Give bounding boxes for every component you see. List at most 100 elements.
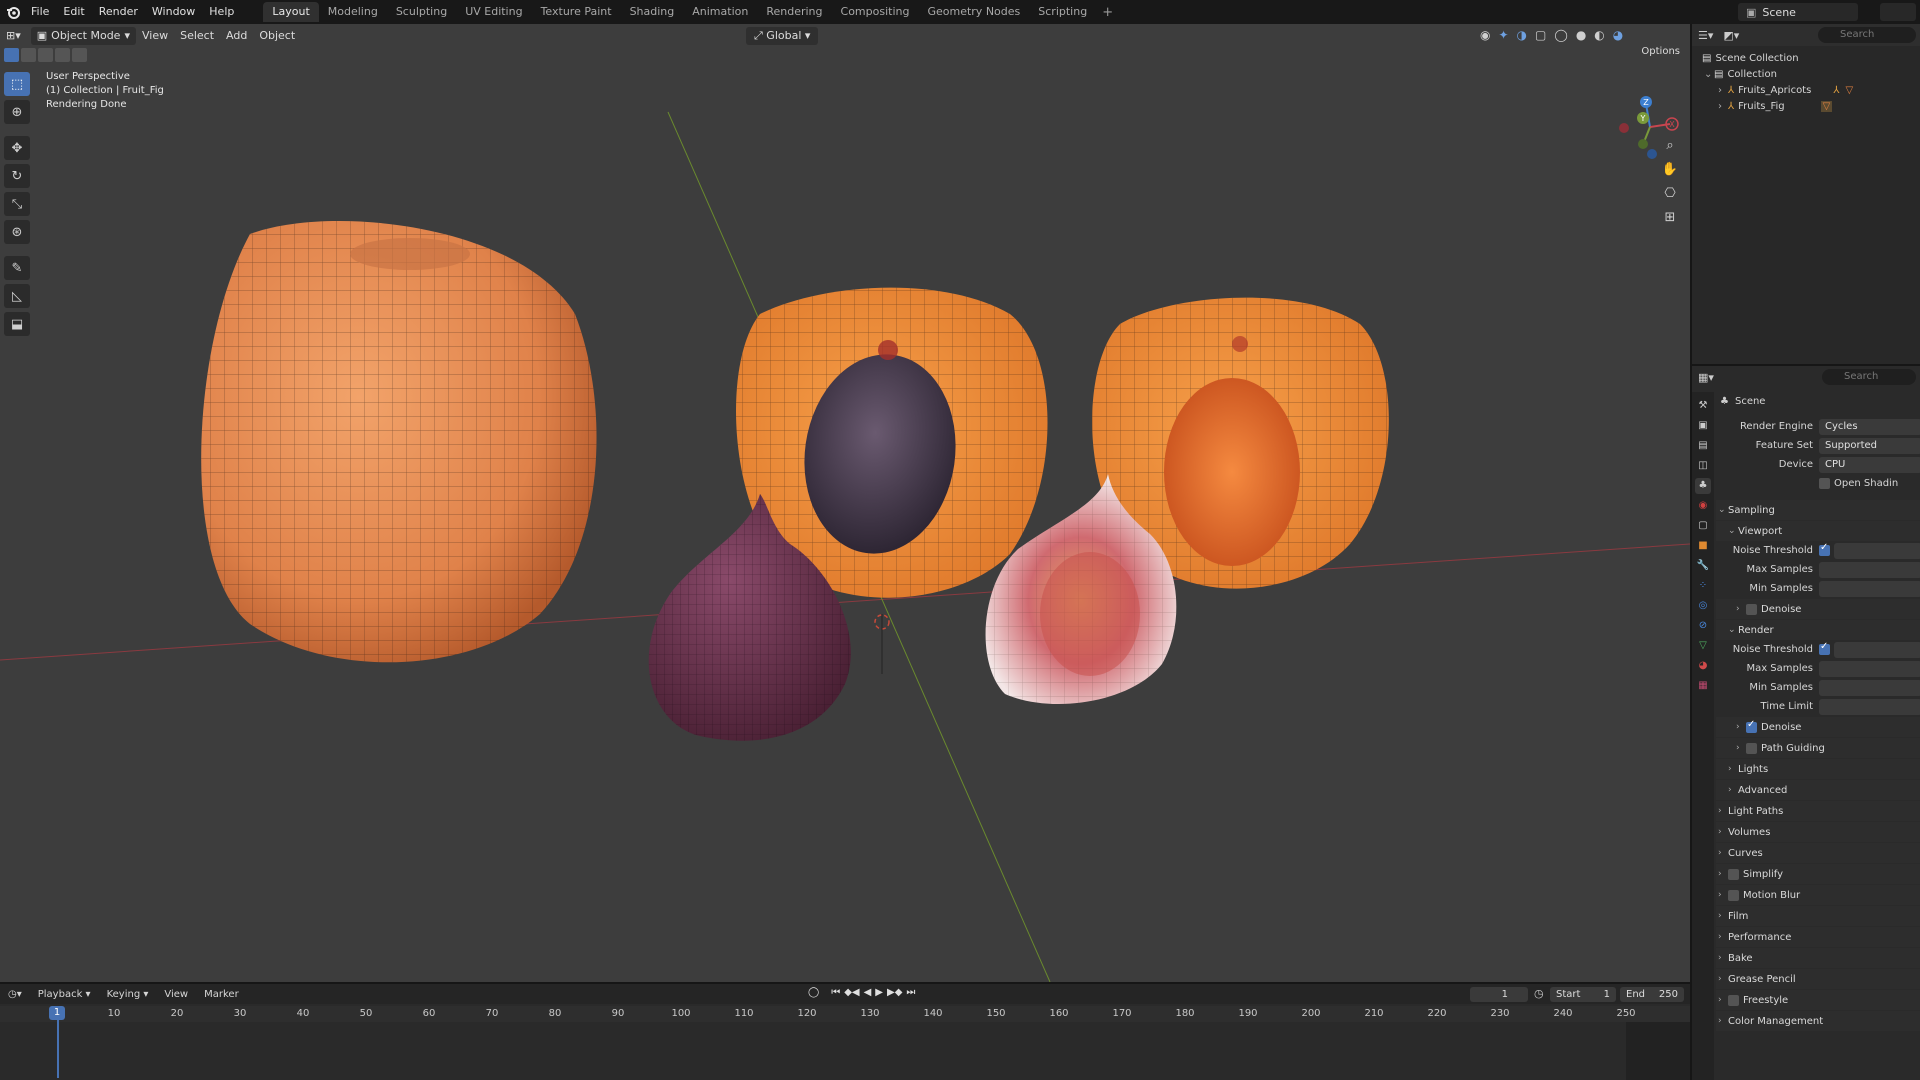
- move-tool[interactable]: ✥: [4, 136, 30, 160]
- overlay-toggle-icon[interactable]: ◑: [1517, 28, 1527, 42]
- object-mode-dropdown[interactable]: ▣ Object Mode ▾: [30, 27, 136, 45]
- modifier-tab-icon[interactable]: 🔧: [1695, 558, 1711, 574]
- render-subpanel-header[interactable]: ⌄ Render: [1716, 620, 1920, 640]
- solid-shading-icon[interactable]: ●: [1576, 28, 1586, 42]
- max-samples-field[interactable]: [1819, 660, 1920, 677]
- tab-geometry-nodes[interactable]: Geometry Nodes: [918, 2, 1029, 22]
- time-limit-field[interactable]: [1819, 698, 1920, 715]
- motion-blur-checkbox[interactable]: [1728, 889, 1739, 901]
- 3d-viewport[interactable]: ⊞▾ ▣ Object Mode ▾ View Select Add Objec…: [0, 24, 1690, 982]
- start-frame-field[interactable]: Start 1: [1550, 987, 1616, 1002]
- playhead-frame-indicator[interactable]: 1: [49, 1006, 65, 1020]
- cursor-tool[interactable]: ⊕: [4, 100, 30, 124]
- viewport-menu-select[interactable]: Select: [174, 27, 220, 45]
- path-guiding-checkbox[interactable]: [1746, 742, 1757, 754]
- noise-threshold-checkbox[interactable]: [1819, 542, 1830, 556]
- tab-layout[interactable]: Layout: [263, 2, 319, 22]
- select-invert-mode[interactable]: [55, 48, 70, 62]
- transform-orientation-dropdown[interactable]: ⤢ Global ▾: [746, 27, 819, 45]
- min-samples-field[interactable]: [1819, 580, 1920, 597]
- select-extend-mode[interactable]: [21, 48, 36, 62]
- blender-logo-icon[interactable]: [2, 1, 24, 23]
- max-samples-field[interactable]: [1819, 561, 1920, 578]
- view-layer-selector[interactable]: [1880, 3, 1916, 21]
- play-icon[interactable]: ▶: [875, 987, 883, 998]
- volumes-panel-header[interactable]: › Volumes: [1716, 822, 1920, 842]
- add-cube-tool[interactable]: ⬓: [4, 312, 30, 336]
- bake-panel-header[interactable]: › Bake: [1716, 948, 1920, 968]
- tool-tab-icon[interactable]: ⚒: [1695, 398, 1711, 414]
- viewport-subpanel-header[interactable]: ⌄ Viewport: [1716, 521, 1920, 541]
- options-dropdown[interactable]: Options: [1641, 46, 1680, 57]
- outliner-row-collection[interactable]: ⌄ ▤ Collection: [1692, 66, 1920, 82]
- scale-tool[interactable]: ⤡: [4, 192, 30, 216]
- timeline-menu-playback[interactable]: Playback ▾: [30, 989, 99, 1000]
- render-engine-dropdown[interactable]: Cycles: [1819, 418, 1920, 435]
- lights-subpanel-header[interactable]: › Lights: [1716, 759, 1920, 779]
- next-keyframe-icon[interactable]: ▶◆: [887, 987, 902, 998]
- timeline-menu-view[interactable]: View: [156, 989, 196, 1000]
- jump-start-icon[interactable]: ⏮: [831, 987, 840, 998]
- current-frame-field[interactable]: 1: [1470, 987, 1528, 1002]
- performance-panel-header[interactable]: › Performance: [1716, 927, 1920, 947]
- menu-file[interactable]: File: [24, 0, 56, 24]
- annotate-tool[interactable]: ✎: [4, 256, 30, 280]
- world-tab-icon[interactable]: ◉: [1695, 498, 1711, 514]
- viewport-denoise-checkbox[interactable]: [1746, 603, 1757, 615]
- color-management-panel-header[interactable]: › Color Management: [1716, 1011, 1920, 1031]
- pan-hand-icon[interactable]: ✋: [1658, 160, 1682, 180]
- object-tab-icon[interactable]: ■: [1695, 538, 1711, 554]
- scene-tab-icon[interactable]: ♣: [1695, 478, 1711, 494]
- timeline-editor-icon[interactable]: ◷▾: [0, 989, 30, 1000]
- noise-threshold-field[interactable]: [1834, 641, 1920, 658]
- transform-tool[interactable]: ⊛: [4, 220, 30, 244]
- tab-shading[interactable]: Shading: [621, 2, 684, 22]
- properties-search-input[interactable]: Search: [1822, 369, 1916, 385]
- expand-arrow-icon[interactable]: ⌄: [1704, 69, 1714, 80]
- material-tab-icon[interactable]: ◕: [1695, 658, 1711, 674]
- wireframe-shading-icon[interactable]: ◯: [1554, 28, 1567, 42]
- path-guiding-header[interactable]: › Path Guiding: [1716, 738, 1920, 758]
- timeline-menu-keying[interactable]: Keying ▾: [99, 989, 157, 1000]
- particles-tab-icon[interactable]: ⁘: [1695, 578, 1711, 594]
- visibility-icon[interactable]: ◉: [1480, 28, 1490, 42]
- xray-toggle-icon[interactable]: ▢: [1535, 28, 1546, 42]
- menu-edit[interactable]: Edit: [56, 0, 91, 24]
- outliner-search-input[interactable]: Search: [1818, 27, 1916, 43]
- add-workspace-button[interactable]: +: [1096, 5, 1119, 20]
- simplify-panel-header[interactable]: › Simplify: [1716, 864, 1920, 884]
- render-denoise-checkbox[interactable]: [1746, 719, 1757, 733]
- advanced-subpanel-header[interactable]: › Advanced: [1716, 780, 1920, 800]
- timeline-menu-marker[interactable]: Marker: [196, 989, 247, 1000]
- properties-editor-icon[interactable]: ▦▾: [1698, 371, 1714, 384]
- material-shading-icon[interactable]: ◐: [1594, 28, 1604, 42]
- camera-view-icon[interactable]: ⎔: [1658, 184, 1682, 204]
- prev-keyframe-icon[interactable]: ◆◀: [844, 987, 859, 998]
- tab-animation[interactable]: Animation: [683, 2, 757, 22]
- render-denoise-header[interactable]: › Denoise: [1716, 717, 1920, 737]
- viewport-menu-view[interactable]: View: [136, 27, 174, 45]
- constraint-tab-icon[interactable]: ⊘: [1695, 618, 1711, 634]
- tab-rendering[interactable]: Rendering: [757, 2, 831, 22]
- viewport-menu-add[interactable]: Add: [220, 27, 253, 45]
- min-samples-field[interactable]: [1819, 679, 1920, 696]
- expand-arrow-icon[interactable]: ›: [1718, 85, 1728, 96]
- timeline-ruler[interactable]: 10 20 30 40 50 60 70 80 90 100 110 120 1…: [0, 1006, 1690, 1022]
- display-mode-icon[interactable]: ◩▾: [1723, 29, 1739, 42]
- outliner-row-fruits-apricots[interactable]: › ⅄ Fruits_Apricots ⅄ ▽: [1692, 82, 1920, 98]
- viewport-denoise-header[interactable]: › Denoise: [1716, 599, 1920, 619]
- perspective-toggle-icon[interactable]: ⊞: [1658, 208, 1682, 228]
- viewport-menu-object[interactable]: Object: [253, 27, 301, 45]
- freestyle-panel-header[interactable]: › Freestyle: [1716, 990, 1920, 1010]
- light-paths-panel-header[interactable]: › Light Paths: [1716, 801, 1920, 821]
- data-tab-icon[interactable]: ▽: [1695, 638, 1711, 654]
- tab-modeling[interactable]: Modeling: [319, 2, 387, 22]
- view-layer-tab-icon[interactable]: ◫: [1695, 458, 1711, 474]
- outliner-row-fruits-fig[interactable]: › ⅄ Fruits_Fig ▽: [1692, 98, 1920, 114]
- tab-sculpting[interactable]: Sculpting: [387, 2, 456, 22]
- select-subtract-mode[interactable]: [38, 48, 53, 62]
- sampling-panel-header[interactable]: ⌄ Sampling: [1716, 500, 1920, 520]
- tab-uv-editing[interactable]: UV Editing: [456, 2, 531, 22]
- collection-tab-icon[interactable]: ▢: [1695, 518, 1711, 534]
- open-shading-checkbox[interactable]: [1819, 478, 1830, 489]
